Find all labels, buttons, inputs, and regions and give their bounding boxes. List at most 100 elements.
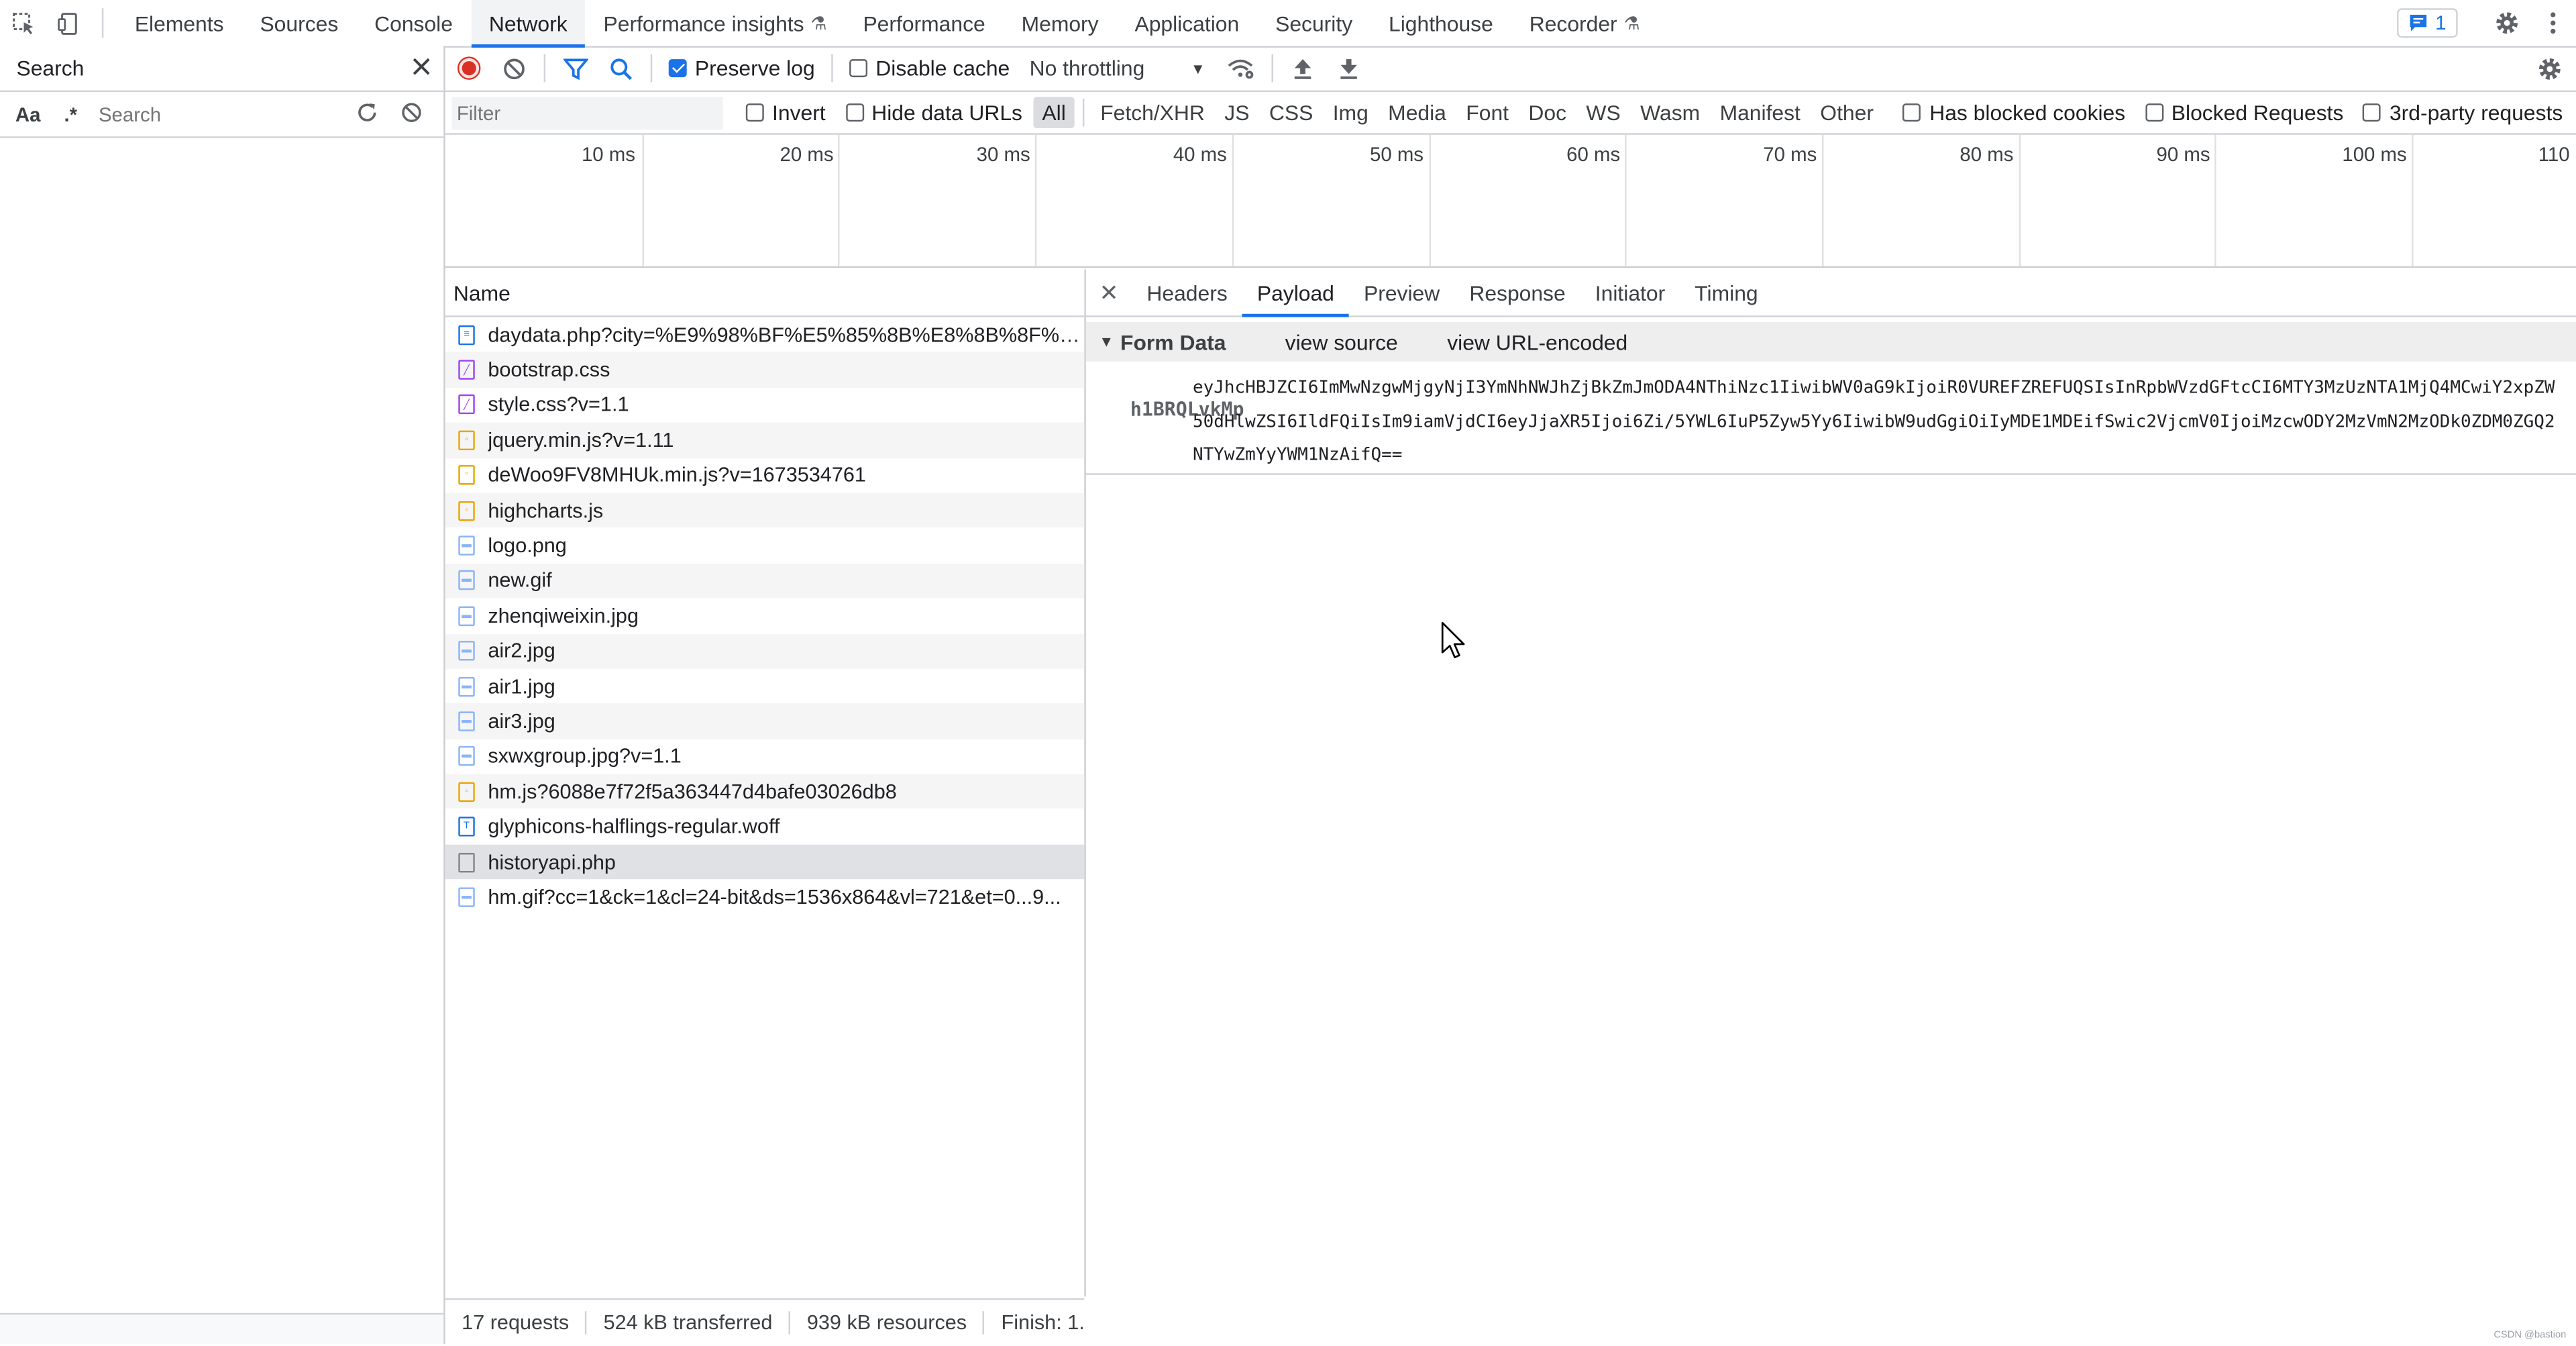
table-row[interactable]: historyapi.php	[445, 844, 1085, 880]
table-row[interactable]: ▬ air3.jpg	[445, 703, 1085, 739]
type-filter-css[interactable]: CSS	[1261, 97, 1322, 128]
more-options-icon[interactable]	[2530, 0, 2576, 46]
type-filter-font[interactable]: Font	[1458, 97, 1517, 128]
close-icon[interactable]: ✕	[1086, 270, 1132, 316]
table-row[interactable]: ▬ logo.png	[445, 528, 1085, 563]
tab-sources[interactable]: Sources	[242, 0, 357, 46]
tab-timing[interactable]: Timing	[1680, 270, 1772, 316]
filter-input[interactable]	[451, 96, 723, 130]
checkbox-unchecked[interactable]	[849, 59, 868, 78]
checkbox-unchecked[interactable]	[845, 103, 863, 122]
table-row[interactable]: ╱ style.css?v=1.1	[445, 387, 1085, 422]
type-filter-other[interactable]: Other	[1812, 97, 1882, 128]
tab-performance[interactable]: Performance	[845, 0, 1004, 46]
checkbox-label: Invert	[772, 100, 826, 125]
type-filter-fetch-xhr[interactable]: Fetch/XHR	[1092, 97, 1213, 128]
tab-memory[interactable]: Memory	[1004, 0, 1117, 46]
network-conditions-button[interactable]	[1218, 46, 1265, 91]
tab-network[interactable]: Network	[470, 0, 586, 48]
checkbox-unchecked[interactable]	[2363, 103, 2381, 122]
table-row[interactable]: ◦ deWoo9FV8MHUk.min.js?v=1673534761	[445, 458, 1085, 493]
name-column-header[interactable]: Name	[445, 269, 1085, 317]
search-button[interactable]	[598, 46, 644, 91]
export-har-button[interactable]	[1326, 46, 1372, 91]
table-row[interactable]: ▬ hm.gif?cc=1&ck=1&cl=24-bit&ds=1536x864&…	[445, 880, 1085, 915]
tab-application[interactable]: Application	[1117, 0, 1258, 46]
issues-button[interactable]: 1	[2397, 8, 2458, 38]
search-input[interactable]	[95, 97, 340, 131]
table-row[interactable]: ◦ highcharts.js	[445, 493, 1085, 528]
tab-recorder[interactable]: Recorder ⚗	[1511, 0, 1658, 46]
type-filter-media[interactable]: Media	[1380, 97, 1454, 128]
checkbox-checked[interactable]	[668, 59, 687, 78]
timeline-overview[interactable]: 10 ms 20 ms 30 ms 40 ms 50 ms 60 ms 70 ms 80 ms…	[445, 134, 2576, 268]
view-source-link[interactable]: view source	[1285, 329, 1398, 354]
form-data-value[interactable]: eyJhcHBJZCI6ImMwNzgwMjgyNjI3YmNhNWJhZjBk…	[1193, 371, 2565, 472]
table-row[interactable]: ▬ air2.jpg	[445, 633, 1085, 669]
blocked-requests-checkbox[interactable]: Blocked Requests	[2145, 100, 2343, 125]
checkbox-unchecked[interactable]	[745, 103, 764, 122]
tab-elements[interactable]: Elements	[117, 0, 242, 46]
checkbox-unchecked[interactable]	[1903, 103, 1921, 122]
refresh-icon[interactable]	[356, 101, 378, 127]
import-har-button[interactable]	[1279, 46, 1326, 91]
regex-button[interactable]: .*	[56, 103, 85, 125]
type-filter-all[interactable]: All	[1034, 97, 1075, 129]
table-row[interactable]: ▬ sxwxgroup.jpg?v=1.1	[445, 739, 1085, 774]
clear-log-button[interactable]	[491, 46, 537, 91]
tab-payload[interactable]: Payload	[1242, 270, 1349, 317]
hide-data-urls-checkbox[interactable]: Hide data URLs	[845, 100, 1022, 125]
table-row[interactable]: ▬ air1.jpg	[445, 669, 1085, 704]
invert-checkbox[interactable]: Invert	[745, 100, 826, 125]
record-button[interactable]	[445, 46, 492, 91]
type-filter-js[interactable]: JS	[1216, 97, 1258, 128]
close-icon[interactable]	[413, 56, 431, 81]
table-row[interactable]: ◦ hm.js?6088e7f72f5a363447d4bafe03026db8	[445, 774, 1085, 810]
device-toolbar-icon[interactable]	[46, 0, 93, 46]
record-icon	[456, 56, 480, 80]
tab-response[interactable]: Response	[1454, 270, 1580, 316]
tab-headers[interactable]: Headers	[1132, 270, 1242, 316]
network-settings-gear-icon[interactable]	[2527, 46, 2573, 91]
clear-icon[interactable]	[401, 101, 423, 127]
type-filter-wasm[interactable]: Wasm	[1632, 97, 1709, 128]
resource-type-filters: All Fetch/XHR JS CSS Img Media Font Doc …	[1032, 97, 1884, 129]
tab-preview[interactable]: Preview	[1349, 270, 1454, 316]
throttling-select[interactable]: No throttling ▼	[1030, 56, 1205, 81]
match-case-button[interactable]: Aa	[10, 103, 46, 125]
request-table: Name ≡ daydata.php?city=%E9%98%BF%E5%85%8…	[445, 269, 1086, 1297]
table-row[interactable]: ≡ daydata.php?city=%E9%98%BF%E5%85%8B%E8%…	[445, 317, 1084, 352]
image-file-icon: ▬	[458, 570, 475, 591]
type-filter-ws[interactable]: WS	[1578, 97, 1629, 128]
tab-performance-insights[interactable]: Performance insights ⚗	[586, 0, 845, 46]
tab-label: Timing	[1695, 280, 1758, 305]
tab-console[interactable]: Console	[356, 0, 471, 46]
view-url-encoded-link[interactable]: view URL-encoded	[1447, 329, 1627, 354]
devtools-tabbar: Elements Sources Console Network Perform…	[0, 0, 2576, 48]
type-filter-img[interactable]: Img	[1324, 97, 1377, 128]
table-row[interactable]: ▬ zhenqiweixin.jpg	[445, 599, 1085, 633]
disable-cache-checkbox[interactable]: Disable cache	[849, 56, 1010, 81]
type-filter-doc[interactable]: Doc	[1520, 97, 1574, 128]
inspect-element-icon[interactable]	[0, 0, 46, 46]
type-filter-manifest[interactable]: Manifest	[1711, 97, 1809, 128]
table-row[interactable]: Tglyphicons-halflings-regular.woff	[445, 809, 1085, 844]
transferred-size: 524 kB transferred	[587, 1311, 791, 1335]
script-file-icon: ◦	[458, 501, 475, 521]
timeline-tick-label: 60 ms	[1566, 143, 1621, 166]
tab-security[interactable]: Security	[1257, 0, 1371, 46]
third-party-requests-checkbox[interactable]: 3rd-party requests	[2363, 100, 2563, 125]
tab-initiator[interactable]: Initiator	[1580, 270, 1680, 316]
network-status-bar: 17 requests 524 kB transferred 939 kB re…	[445, 1298, 1085, 1346]
tab-lighthouse[interactable]: Lighthouse	[1371, 0, 1511, 46]
table-row[interactable]: ▬ new.gif	[445, 563, 1085, 599]
form-data-section-header[interactable]: ▼ Form Data view source view URL-encoded	[1085, 322, 2576, 362]
wifi-settings-icon	[1228, 58, 1254, 79]
preserve-log-checkbox[interactable]: Preserve log	[668, 56, 815, 81]
filter-toggle-button[interactable]	[552, 46, 598, 91]
table-row[interactable]: ╱ bootstrap.css	[445, 352, 1085, 388]
checkbox-unchecked[interactable]	[2145, 103, 2163, 122]
has-blocked-cookies-checkbox[interactable]: Has blocked cookies	[1903, 100, 2125, 125]
table-row[interactable]: ◦ jquery.min.js?v=1.11	[445, 422, 1085, 458]
settings-gear-icon[interactable]	[2484, 0, 2530, 46]
